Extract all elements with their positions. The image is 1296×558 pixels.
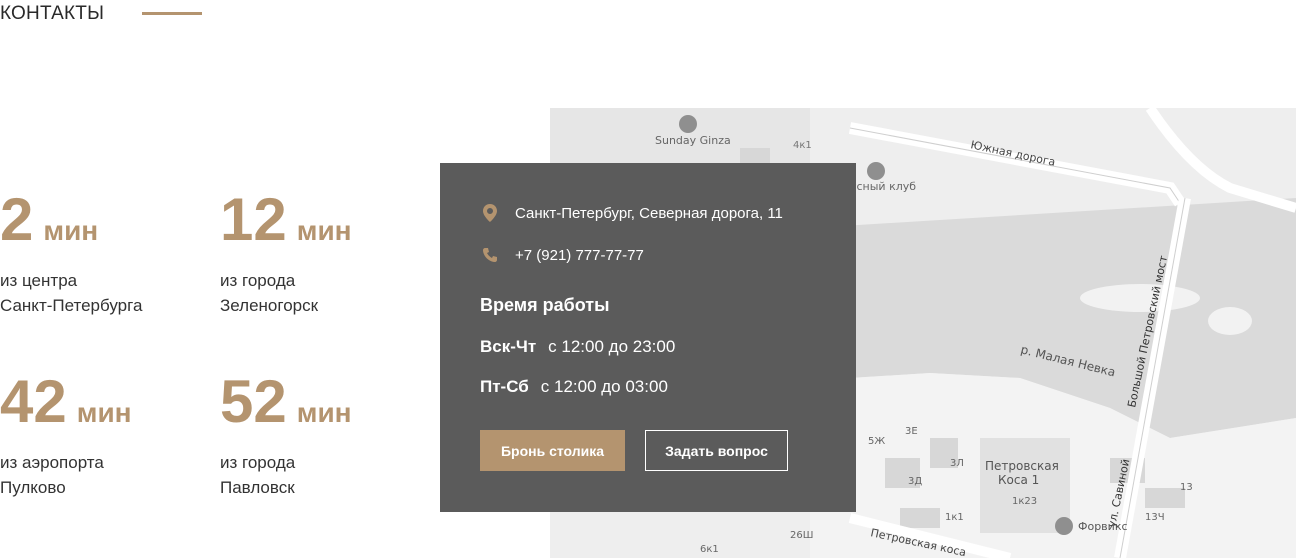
map-label: Sunday Ginza bbox=[655, 134, 731, 147]
map-label: 13Ч bbox=[1145, 512, 1165, 523]
stat-label: Зеленогорск bbox=[220, 296, 319, 315]
map-label: 1к23 bbox=[1012, 496, 1037, 507]
hours-days: Пт-Сб bbox=[480, 377, 529, 396]
stat-label: из аэропорта bbox=[0, 453, 104, 472]
map-label: Форвикс bbox=[1078, 520, 1128, 533]
phone-row[interactable]: +7 (921) 777-77-77 bbox=[480, 245, 644, 265]
phone-icon bbox=[480, 245, 500, 265]
map-label: 1к1 bbox=[945, 512, 964, 523]
hours-time: с 12:00 до 03:00 bbox=[540, 377, 668, 396]
stat-label: Пулково bbox=[0, 478, 66, 497]
stat-airport: 42 мин из аэропорта Пулково bbox=[0, 372, 132, 500]
stat-value: 42 bbox=[0, 368, 67, 435]
location-pin-icon bbox=[480, 203, 500, 223]
map-label: 3Е bbox=[905, 426, 918, 437]
stat-label: из центра bbox=[0, 271, 78, 290]
stat-value: 12 bbox=[220, 186, 287, 253]
map-label: 13 bbox=[1180, 482, 1193, 493]
stat-label: Санкт-Петербурга bbox=[0, 296, 143, 315]
stat-unit: мин bbox=[296, 397, 352, 428]
stat-unit: мин bbox=[76, 397, 132, 428]
stat-unit: мин bbox=[296, 215, 352, 246]
hours-title: Время работы bbox=[480, 295, 610, 315]
phone-link[interactable]: +7 (921) 777-77-77 bbox=[515, 247, 644, 264]
map-label: усный клуб bbox=[850, 180, 916, 193]
stat-pavlovsk: 52 мин из города Павловск bbox=[220, 372, 352, 500]
stat-center: 2 мин из центра Санкт-Петербурга bbox=[0, 190, 142, 318]
map-label: Петровская bbox=[985, 459, 1059, 473]
stat-label: из города bbox=[220, 271, 296, 290]
map-label: 3Л bbox=[950, 458, 964, 469]
hours-row: Вск-Чт с 12:00 до 23:00 bbox=[480, 337, 675, 357]
stat-zelenogorsk: 12 мин из города Зеленогорск bbox=[220, 190, 352, 318]
title-divider bbox=[142, 12, 202, 15]
contact-card: Санкт-Петербург, Северная дорога, 11 +7 … bbox=[440, 163, 856, 512]
address-row: Санкт-Петербург, Северная дорога, 11 bbox=[480, 203, 783, 223]
stat-unit: мин bbox=[43, 215, 99, 246]
stat-label: Павловск bbox=[220, 478, 295, 497]
map-label: 3Д bbox=[908, 476, 922, 487]
hours-days: Вск-Чт bbox=[480, 337, 537, 356]
map-label: 26Ш bbox=[790, 530, 813, 541]
map-label: 6к1 bbox=[700, 544, 719, 555]
map-label: 4к1 bbox=[793, 140, 812, 151]
stat-value: 2 bbox=[0, 186, 34, 253]
stat-value: 52 bbox=[220, 368, 287, 435]
stat-label: из города bbox=[220, 453, 296, 472]
hours-row: Пт-Сб с 12:00 до 03:00 bbox=[480, 377, 668, 397]
address-text: Санкт-Петербург, Северная дорога, 11 bbox=[515, 204, 783, 222]
section-title: КОНТАКТЫ bbox=[0, 3, 105, 24]
hours-time: с 12:00 до 23:00 bbox=[548, 337, 676, 356]
book-table-button[interactable]: Бронь столика bbox=[480, 430, 625, 471]
ask-question-button[interactable]: Задать вопрос bbox=[645, 430, 788, 471]
map-label: 5Ж bbox=[868, 436, 885, 447]
map-label: Коса 1 bbox=[998, 473, 1039, 487]
